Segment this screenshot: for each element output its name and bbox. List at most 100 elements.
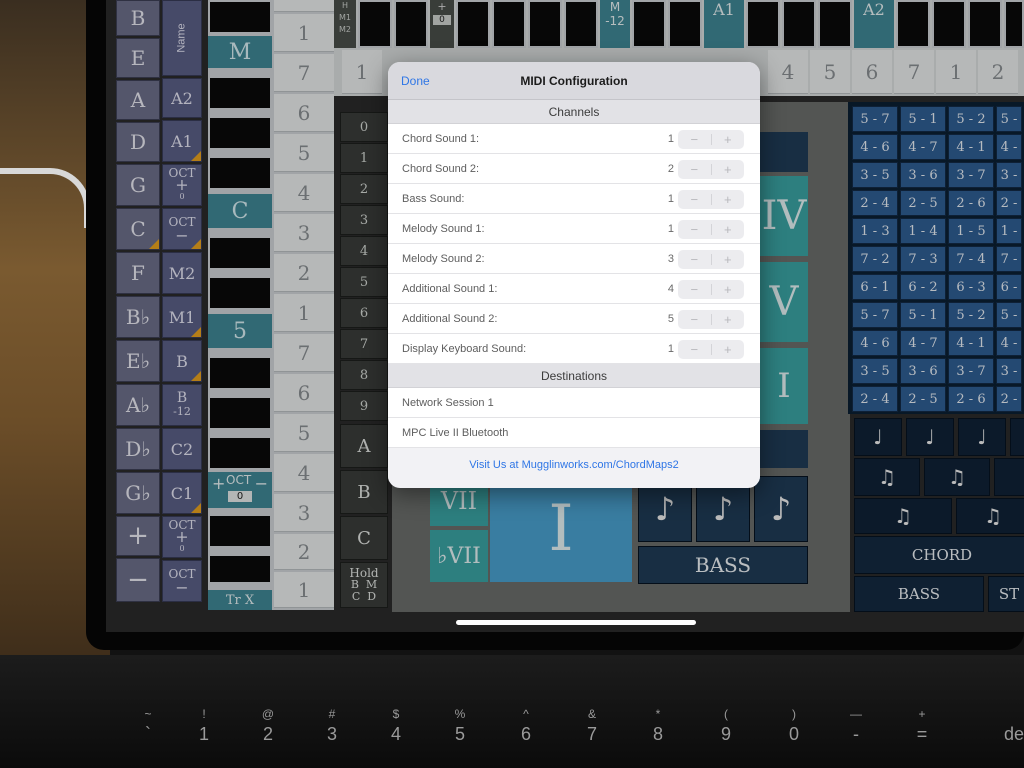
channel-value: 1 bbox=[667, 132, 674, 145]
keycap-shift-label: # bbox=[328, 707, 336, 721]
keycap[interactable]: ! 1 bbox=[174, 705, 234, 765]
keycap[interactable]: ) 0 bbox=[764, 705, 824, 765]
channels-header: Channels bbox=[388, 100, 760, 124]
stepper-plus-button[interactable]: + bbox=[712, 160, 745, 179]
channel-stepper[interactable]: − + bbox=[678, 160, 744, 179]
channel-list: Chord Sound 1: 1− + Chord Sound 2: 2− + Bass S… bbox=[388, 124, 760, 364]
keycap[interactable]: % 5 bbox=[430, 705, 490, 765]
channel-value: 1 bbox=[667, 342, 674, 355]
stepper-minus-button[interactable]: − bbox=[678, 190, 711, 209]
keycap-shift-label: ( bbox=[724, 707, 728, 721]
keycap-shift-label: ) bbox=[792, 707, 796, 721]
keycap-shift-label: — bbox=[850, 707, 862, 721]
keycap-label: 9 bbox=[720, 724, 731, 744]
stepper-minus-button[interactable]: − bbox=[678, 220, 711, 239]
stepper-plus-button[interactable]: + bbox=[712, 310, 745, 329]
stepper-minus-button[interactable]: − bbox=[678, 160, 711, 179]
channel-label: Melody Sound 2: bbox=[402, 252, 485, 265]
keycap-label: 8 bbox=[652, 724, 663, 744]
channel-label: Bass Sound: bbox=[402, 192, 465, 205]
destination-row[interactable]: Network Session 1 bbox=[388, 388, 760, 418]
keycap-label: 6 bbox=[520, 724, 531, 744]
stepper-minus-button[interactable]: − bbox=[678, 310, 711, 329]
keycap-label: 4 bbox=[390, 724, 401, 744]
stepper-plus-button[interactable]: + bbox=[712, 190, 745, 209]
keycap-shift-label: & bbox=[587, 707, 596, 721]
channel-row: Display Keyboard Sound: 1− + bbox=[388, 334, 760, 364]
channel-label: Display Keyboard Sound: bbox=[402, 342, 527, 355]
done-button[interactable]: Done bbox=[401, 74, 430, 88]
stepper-minus-button[interactable]: − bbox=[678, 250, 711, 269]
keycap-label: 2 bbox=[262, 724, 273, 744]
channel-label: Chord Sound 1: bbox=[402, 132, 480, 145]
destination-label: Network Session 1 bbox=[402, 396, 494, 409]
stepper-plus-button[interactable]: + bbox=[712, 220, 745, 239]
keycap[interactable]: + = bbox=[892, 705, 952, 765]
stepper-minus-button[interactable]: − bbox=[678, 130, 711, 149]
keycap-label: - bbox=[853, 724, 859, 744]
keycap[interactable]: — - bbox=[826, 705, 886, 765]
keycap-label: 3 bbox=[326, 724, 337, 744]
channel-value: 4 bbox=[667, 282, 674, 295]
channel-stepper[interactable]: − + bbox=[678, 130, 744, 149]
channel-value: 3 bbox=[667, 252, 674, 265]
keycap[interactable]: ~ ` bbox=[118, 705, 178, 765]
channel-stepper[interactable]: − + bbox=[678, 250, 744, 269]
keycap-shift-label: % bbox=[454, 707, 466, 721]
home-indicator[interactable] bbox=[456, 620, 696, 625]
keycap-label: 7 bbox=[586, 724, 597, 744]
channel-label: Melody Sound 1: bbox=[402, 222, 485, 235]
channel-stepper[interactable]: − + bbox=[678, 340, 744, 359]
channel-row: Chord Sound 1: 1− + bbox=[388, 124, 760, 154]
channel-value: 1 bbox=[667, 222, 674, 235]
channel-label: Additional Sound 2: bbox=[402, 312, 498, 325]
keycap[interactable]: & 7 bbox=[562, 705, 622, 765]
channel-value: 5 bbox=[667, 312, 674, 325]
keycap[interactable]: * 8 bbox=[628, 705, 688, 765]
channel-stepper[interactable]: − + bbox=[678, 280, 744, 299]
keycap[interactable]: de bbox=[984, 705, 1024, 765]
midi-config-dialog: Done MIDI Configuration Channels Chord S… bbox=[388, 62, 760, 488]
keycap-shift-label bbox=[984, 705, 1024, 723]
stepper-plus-button[interactable]: + bbox=[712, 340, 745, 359]
website-link[interactable]: Visit Us at Mugglinworks.com/ChordMaps2 bbox=[388, 448, 760, 482]
channel-label: Additional Sound 1: bbox=[402, 282, 498, 295]
channel-value: 1 bbox=[667, 192, 674, 205]
keycap-shift-label: ~ bbox=[144, 707, 152, 721]
stepper-plus-button[interactable]: + bbox=[712, 130, 745, 149]
keycap[interactable]: @2 bbox=[238, 705, 298, 765]
channel-row: Melody Sound 2: 3− + bbox=[388, 244, 760, 274]
destination-row[interactable]: MPC Live II Bluetooth bbox=[388, 418, 760, 448]
stepper-minus-button[interactable]: − bbox=[678, 340, 711, 359]
stepper-plus-button[interactable]: + bbox=[712, 280, 745, 299]
stepper-minus-button[interactable]: − bbox=[678, 280, 711, 299]
channel-row: Bass Sound: 1− + bbox=[388, 184, 760, 214]
keycap-label: = bbox=[916, 724, 928, 744]
destination-label: MPC Live II Bluetooth bbox=[402, 426, 509, 439]
keycap-shift-label: + bbox=[918, 707, 926, 721]
destinations-header: Destinations bbox=[388, 364, 760, 388]
keycap-label: de bbox=[1003, 724, 1024, 744]
keycap-shift-label: * bbox=[655, 707, 661, 721]
keycap[interactable]: (9 bbox=[696, 705, 756, 765]
keycap[interactable]: $4 bbox=[366, 705, 426, 765]
keycap-shift-label: ! bbox=[202, 707, 206, 721]
keycap[interactable]: ^ 6 bbox=[496, 705, 556, 765]
stepper-plus-button[interactable]: + bbox=[712, 250, 745, 269]
channel-row: Additional Sound 2: 5− + bbox=[388, 304, 760, 334]
channel-stepper[interactable]: − + bbox=[678, 190, 744, 209]
channel-label: Chord Sound 2: bbox=[402, 162, 480, 175]
keycap-label: ` bbox=[145, 724, 151, 744]
keycap-label: 0 bbox=[788, 724, 799, 744]
channel-stepper[interactable]: − + bbox=[678, 220, 744, 239]
channel-value: 2 bbox=[667, 162, 674, 175]
keycap[interactable]: #3 bbox=[302, 705, 362, 765]
channel-stepper[interactable]: − + bbox=[678, 310, 744, 329]
modal-title: MIDI Configuration bbox=[520, 73, 628, 88]
modal-header: Done MIDI Configuration bbox=[388, 62, 760, 100]
keycap-shift-label: @ bbox=[261, 707, 275, 721]
keycap-label: 1 bbox=[198, 724, 209, 744]
keycap-shift-label: ^ bbox=[523, 707, 529, 721]
channel-row: Melody Sound 1: 1− + bbox=[388, 214, 760, 244]
keycap-shift-label: $ bbox=[392, 707, 400, 721]
